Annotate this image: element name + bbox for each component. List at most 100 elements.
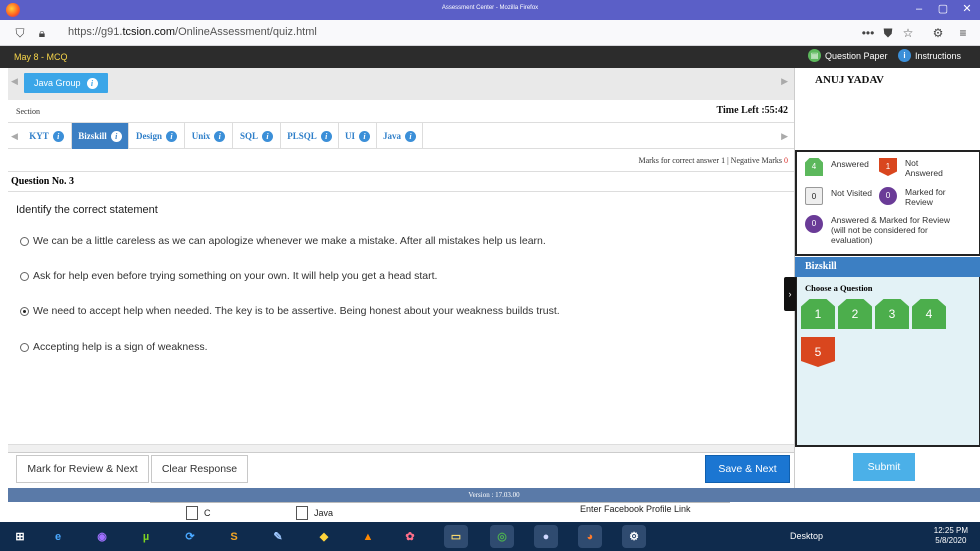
info-icon: i [898,49,911,62]
desktop-label[interactable]: Desktop [790,531,823,541]
utorrent-icon[interactable]: µ [134,525,158,548]
settings-taskbar-icon[interactable]: ⚙ [622,525,646,548]
option-2[interactable]: Ask for help even before trying somethin… [20,270,437,282]
tab-bizskill[interactable]: Bizskill i [72,123,129,149]
window-title-bar: Assessment Center - Mozilla Firefox – ▢ … [0,0,980,20]
horizontal-scrollbar[interactable] [8,444,794,452]
question-button-2[interactable]: 2 [838,299,872,329]
firefox-taskbar-icon[interactable]: ◕ [578,525,602,548]
internet-explorer-icon[interactable]: e [46,525,70,548]
answered-badge: 4 [805,158,823,176]
question-number: Question No. 3 [8,172,794,192]
sync-icon[interactable]: ⟳ [178,525,202,548]
pocket-icon[interactable]: ⛊ [880,25,896,41]
left-edge [0,68,8,502]
minimize-icon[interactable]: – [912,2,926,16]
not-answered-label: Not Answered [905,158,943,178]
group-scroll-left-icon[interactable]: ◀ [11,76,18,87]
tabs-scroll-left-icon[interactable]: ◀ [11,131,18,142]
question-paper-icon: ▤ [808,49,821,62]
answered-marked-badge: 0 [805,215,823,233]
windows-start-icon[interactable]: ⊞ [8,525,32,548]
tab-plsql[interactable]: PLSQL i [281,123,339,149]
section-row: Section Time Left :55:42 [8,100,794,122]
tab-unix[interactable]: Unix i [185,123,233,149]
answered-marked-label: Answered & Marked for Review (will not b… [831,215,951,245]
mark-review-button[interactable]: Mark for Review & Next [16,455,149,483]
question-palette: Choose a Question 1 2 3 4 5 [795,277,980,447]
info-icon[interactable]: i [86,77,98,89]
question-button-5[interactable]: 5 [801,337,835,367]
url-bar[interactable]: ⛉ 🔒︎ https://g91.tcsion.com/OnlineAssess… [0,20,980,46]
group-button[interactable]: Java Group i [24,73,108,93]
option-radio[interactable] [20,342,29,352]
exam-section-title: May 8 - MCQ [14,52,68,62]
marked-review-label: Marked for Review [905,187,946,207]
tor-icon[interactable]: ◉ [90,525,114,548]
question-text: Identify the correct statement [16,204,158,216]
lock-icon[interactable]: 🔒︎ [34,25,50,41]
info-icon[interactable]: i [262,130,273,142]
file-facebook[interactable]: Enter Facebook Profile Link [580,504,691,514]
vlc-icon[interactable]: ▲ [356,525,380,548]
question-paper-link[interactable]: ▤ Question Paper [808,49,888,62]
candidate-name: ANUJ YADAV [815,74,884,86]
palette-section-title: Bizskill [795,257,980,277]
window-title: Assessment Center - Mozilla Firefox [441,5,539,11]
info-icon[interactable]: i [166,130,177,142]
action-bar: Mark for Review & Next Clear Response Sa… [8,452,794,488]
tab-ui[interactable]: UI i [339,123,377,149]
not-visited-label: Not Visited [831,188,872,198]
question-button-3[interactable]: 3 [875,299,909,329]
info-icon[interactable]: i [110,130,122,142]
section-tabs: ◀ KYT i Bizskill i Design i Unix i SQL i PLSQ… [8,122,794,149]
info-icon[interactable]: i [405,130,416,142]
marked-review-badge: 0 [879,187,897,205]
chrome-icon[interactable]: ◎ [490,525,514,548]
url-text[interactable]: https://g91.tcsion.com/OnlineAssessment/… [68,26,317,38]
info-icon[interactable]: i [214,130,226,142]
bookmark-star-icon[interactable]: ☆ [900,25,916,41]
option-radio[interactable] [20,236,29,246]
option-radio-selected[interactable] [20,306,29,316]
clear-response-button[interactable]: Clear Response [151,455,248,483]
menu-icon[interactable]: ≡ [955,25,971,41]
tabs-scroll-right-icon[interactable]: ▶ [781,131,788,142]
save-next-button[interactable]: Save & Next [705,455,790,483]
info-icon[interactable]: i [320,130,332,142]
option-3[interactable]: We need to accept help when needed. The … [20,305,560,317]
group-scroll-right-icon[interactable]: ▶ [781,76,788,87]
pdf-icon [186,506,198,520]
info-icon[interactable]: i [359,130,370,142]
file-java[interactable]: Java [296,506,333,520]
system-clock[interactable]: 12:25 PM 5/8/2020 [934,526,968,546]
tab-kyt[interactable]: KYT i [22,123,72,149]
question-area: Identify the correct statement We can be… [8,192,794,444]
info-icon[interactable]: i [52,130,64,142]
option-1[interactable]: We can be a little careless as we can ap… [20,235,546,247]
question-button-4[interactable]: 4 [912,299,946,329]
sublime-icon[interactable]: S [222,525,246,548]
instructions-link[interactable]: i Instructions [898,49,961,62]
file-c[interactable]: C [186,506,211,520]
option-radio[interactable] [20,271,29,281]
shield-icon[interactable]: ⛉ [12,25,28,41]
tab-sql[interactable]: SQL i [233,123,281,149]
notepad-icon[interactable]: ✎ [266,525,290,548]
choose-question-label: Choose a Question [805,283,873,293]
tab-java[interactable]: Java i [377,123,423,149]
eclipse-icon[interactable]: ● [534,525,558,548]
time-left: Time Left :55:42 [716,105,788,116]
extensions-icon[interactable]: ⚙ [930,25,946,41]
submit-button[interactable]: Submit [853,453,915,481]
file-explorer-icon[interactable]: ▭ [444,525,468,548]
tab-design[interactable]: Design i [129,123,185,149]
paint-icon[interactable]: ✿ [398,525,422,548]
maximize-icon[interactable]: ▢ [936,2,950,16]
option-4[interactable]: Accepting help is a sign of weakness. [20,341,208,353]
close-icon[interactable]: ✕ [960,2,974,16]
page-actions-icon[interactable]: ••• [860,25,876,41]
python-icon[interactable]: ◆ [312,525,336,548]
question-button-1[interactable]: 1 [801,299,835,329]
panel-toggle-icon[interactable]: › [784,277,796,311]
